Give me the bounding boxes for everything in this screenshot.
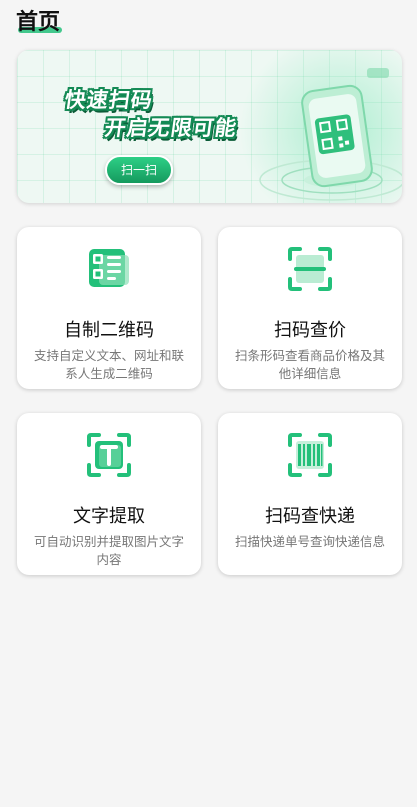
card-title: 自制二维码: [64, 320, 154, 341]
barcode-scan-icon: [288, 433, 332, 477]
card-scan-price[interactable]: 扫码查价 扫条形码查看商品价格及其他详细信息: [218, 227, 402, 389]
phone-qr-illustration: [259, 68, 402, 201]
card-description: 扫描快递单号查询快递信息: [234, 534, 385, 549]
card-create-qr[interactable]: 自制二维码 支持自定义文本、网址和联系人生成二维码: [17, 227, 201, 389]
qr-generate-icon: [89, 249, 129, 287]
home-page: 首页 快速扫码 开启无限可能 扫一扫 自制二维码 支持自定义文本、网址和联系人生…: [0, 0, 417, 807]
card-description: 可自动识别并提取图片文字内容: [33, 534, 184, 567]
page-title: 首页: [16, 10, 61, 35]
card-title: 扫码查价: [274, 320, 346, 341]
card-title: 文字提取: [73, 506, 145, 527]
text-recognition-icon: [87, 433, 131, 477]
scan-button[interactable]: 扫一扫: [105, 155, 173, 185]
banner-headline-1: 快速扫码: [63, 88, 155, 112]
card-text-extract[interactable]: 文字提取 可自动识别并提取图片文字内容: [17, 413, 201, 575]
card-title: 扫码查快递: [265, 506, 355, 527]
banner-headline-2: 开启无限可能: [103, 116, 239, 140]
card-description: 支持自定义文本、网址和联系人生成二维码: [33, 348, 184, 381]
promo-banner[interactable]: 快速扫码 开启无限可能 扫一扫: [17, 50, 402, 203]
card-express-query[interactable]: 扫码查快递 扫描快递单号查询快递信息: [218, 413, 402, 575]
scan-frame-icon: [288, 247, 332, 291]
card-description: 扫条形码查看商品价格及其他详细信息: [234, 348, 385, 381]
